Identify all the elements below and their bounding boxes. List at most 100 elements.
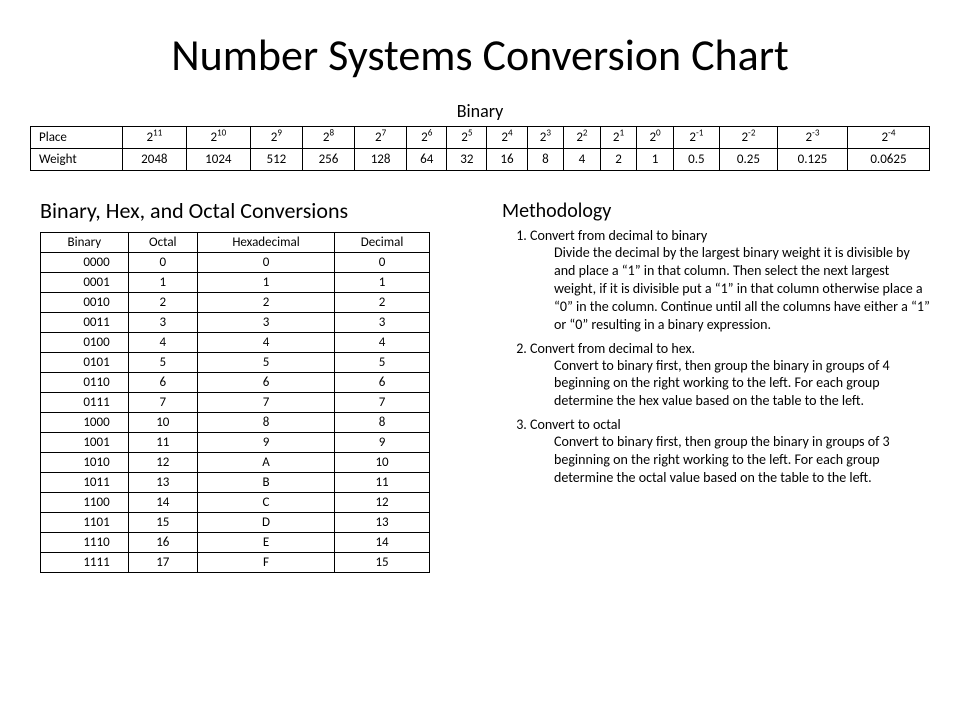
weight-cell: 0.5 [673,149,719,171]
table-row: 110014C12 [41,493,430,513]
place-cell: 26 [407,127,447,149]
row-label: Weight [31,149,123,171]
cell: 0110 [41,373,129,393]
weight-cell: 1024 [186,149,250,171]
cell: 10 [335,453,430,473]
cell: 2 [335,293,430,313]
cell: 6 [335,373,430,393]
methodology-item-body: Divide the decimal by the largest binary… [530,244,930,334]
table-row: 0011333 [41,313,430,333]
cell: 5 [128,353,197,373]
page-container: Number Systems Conversion Chart Binary P… [0,0,960,593]
column-header: Octal [128,233,197,253]
table-row: 10011199 [41,433,430,453]
weight-cell: 128 [355,149,407,171]
table-row: 111117F15 [41,553,430,573]
cell: 1 [335,273,430,293]
cell: 0100 [41,333,129,353]
place-cell: 2-2 [719,127,777,149]
table-row: Place211210292827262524232221202-12-22-3… [31,127,930,149]
cell: 0 [197,253,334,273]
place-cell: 29 [250,127,302,149]
methodology-heading: Methodology [502,199,930,223]
weight-cell: 8 [527,149,564,171]
place-cell: 2-4 [847,127,929,149]
table-row: 0001111 [41,273,430,293]
list-item: Convert from decimal to hex.Convert to b… [530,340,930,411]
cell: 0010 [41,293,129,313]
cell: 3 [335,313,430,333]
cell: 1110 [41,533,129,553]
place-cell: 23 [527,127,564,149]
table-row: Weight2048102451225612864321684210.50.25… [31,149,930,171]
column-header: Decimal [335,233,430,253]
place-cell: 22 [564,127,601,149]
cell: 12 [128,453,197,473]
weight-cell: 4 [564,149,601,171]
weight-cell: 0.125 [777,149,847,171]
place-cell: 27 [355,127,407,149]
cell: 1 [197,273,334,293]
cell: 7 [128,393,197,413]
methodology-item-title: Convert to octal [530,416,930,433]
cell: 15 [335,553,430,573]
cell: 16 [128,533,197,553]
weight-cell: 32 [447,149,487,171]
cell: 0000 [41,253,129,273]
cell: 1111 [41,553,129,573]
cell: 1101 [41,513,129,533]
methodology-item-body: Convert to binary first, then group the … [530,357,930,411]
cell: F [197,553,334,573]
cell: 17 [128,553,197,573]
weight-cell: 2048 [122,149,186,171]
weight-cell: 0.25 [719,149,777,171]
methodology-item-body: Convert to binary first, then group the … [530,433,930,487]
cell: 14 [128,493,197,513]
cell: 1011 [41,473,129,493]
cell: 8 [335,413,430,433]
place-cell: 211 [122,127,186,149]
methodology-item-title: Convert from decimal to hex. [530,340,930,357]
table-row: 10001088 [41,413,430,433]
place-cell: 28 [302,127,354,149]
cell: 9 [335,433,430,453]
cell: A [197,453,334,473]
weight-cell: 256 [302,149,354,171]
cell: 13 [128,473,197,493]
cell: 11 [128,433,197,453]
binary-weight-table: Place211210292827262524232221202-12-22-3… [30,126,930,171]
conversion-table-heading: Binary, Hex, and Octal Conversions [40,197,462,224]
weight-cell: 512 [250,149,302,171]
table-row: 101012A10 [41,453,430,473]
cell: 4 [197,333,334,353]
cell: 0111 [41,393,129,413]
cell: 0 [335,253,430,273]
columns-container: Binary, Hex, and Octal Conversions Binar… [30,197,930,573]
cell: 6 [197,373,334,393]
weight-cell: 1 [637,149,674,171]
table-row: 0101555 [41,353,430,373]
cell: 3 [197,313,334,333]
weight-cell: 64 [407,149,447,171]
cell: 1100 [41,493,129,513]
list-item: Convert to octalConvert to binary first,… [530,416,930,487]
place-cell: 2-1 [673,127,719,149]
cell: 12 [335,493,430,513]
cell: 0101 [41,353,129,373]
table-row: 110115D13 [41,513,430,533]
place-cell: 2-3 [777,127,847,149]
table-row: 101113B11 [41,473,430,493]
table-row: BinaryOctalHexadecimalDecimal [41,233,430,253]
row-label: Place [31,127,123,149]
cell: E [197,533,334,553]
place-cell: 20 [637,127,674,149]
cell: 2 [197,293,334,313]
cell: 1 [128,273,197,293]
cell: 1001 [41,433,129,453]
cell: 4 [128,333,197,353]
cell: D [197,513,334,533]
cell: 5 [335,353,430,373]
place-cell: 25 [447,127,487,149]
binary-table-caption: Binary [30,100,930,122]
cell: 8 [197,413,334,433]
